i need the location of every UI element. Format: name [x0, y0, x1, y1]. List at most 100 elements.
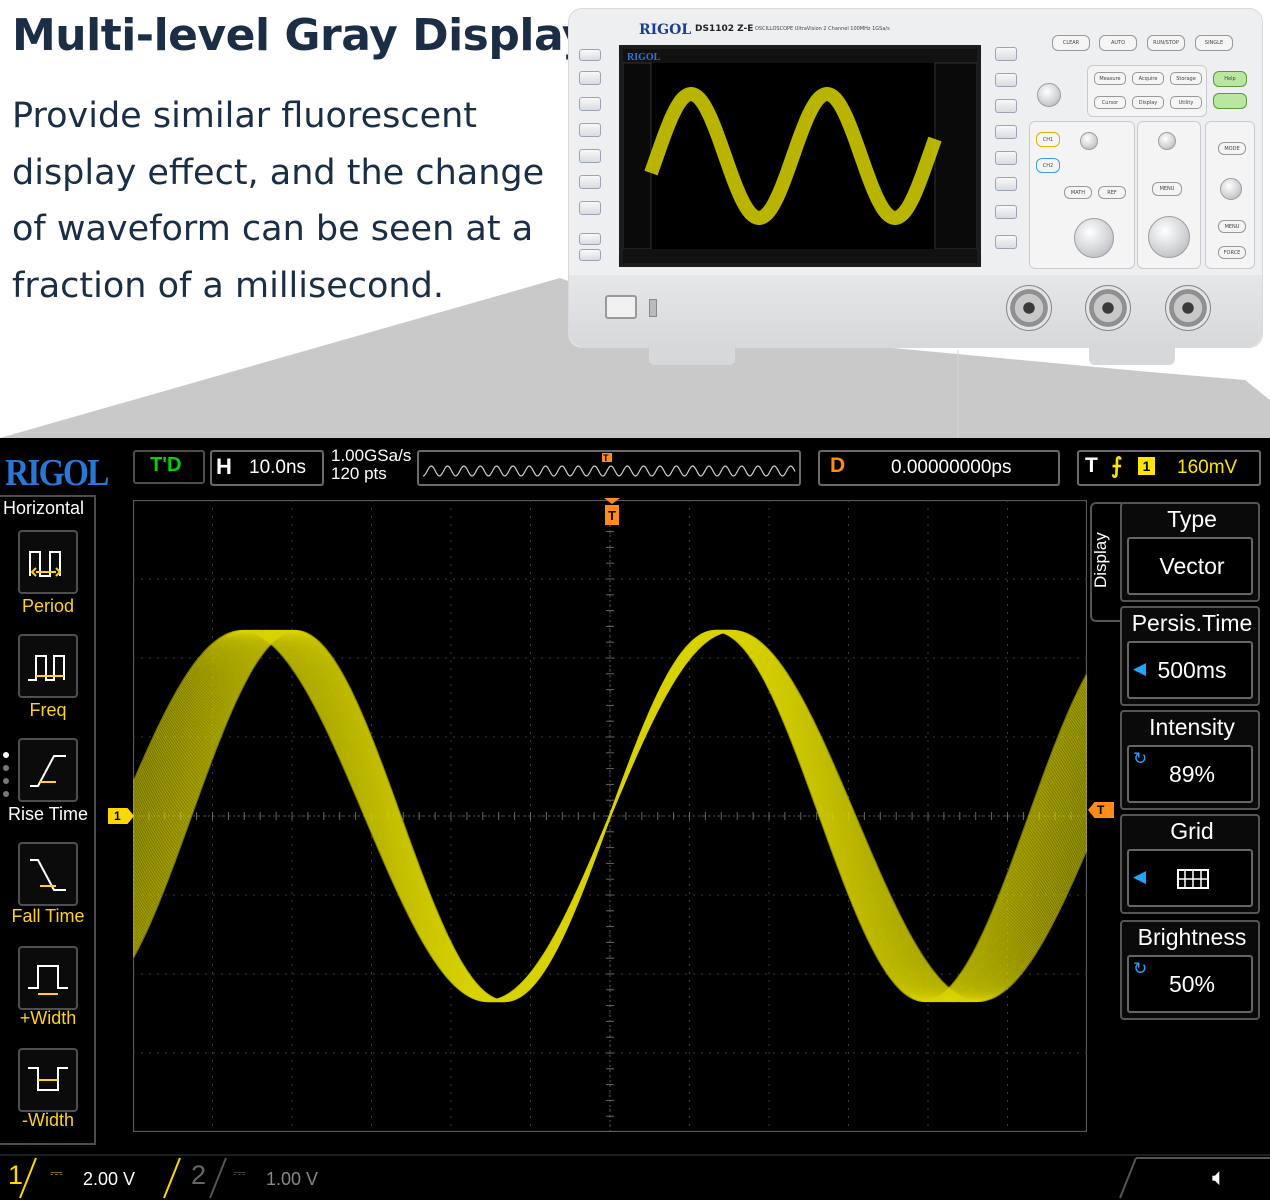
ch1-scale[interactable]: 2.00 V [83, 1169, 135, 1190]
svg-text:RIGOL: RIGOL [627, 52, 661, 63]
measure-pos-width-label: +Width [19, 1008, 77, 1028]
device-ch2-button: CH2 [1036, 158, 1060, 173]
device-screen: RIGOL [619, 45, 981, 267]
grid-value-box: ◀ [1127, 849, 1253, 907]
scope-brand-logo: RIGOL [5, 452, 109, 494]
device-soft-key [995, 177, 1017, 191]
measure-pos-width-button[interactable] [18, 946, 78, 1010]
device-page-up-key [579, 233, 601, 245]
oscilloscope-screen: RIGOL T'D H 10.0ns 1.00GSa/s 120 pts T D… [0, 438, 1270, 1200]
device-menu-key [579, 49, 601, 61]
device-display-button: Display [1132, 96, 1164, 109]
ch1-offset-marker[interactable]: 1 [108, 808, 134, 824]
brightness-label: Brightness [1137, 924, 1247, 950]
fall-time-icon [30, 859, 66, 891]
persistence-time-item[interactable]: Persis.Time ◀ 500ms [1120, 606, 1260, 706]
memory-overview-box: T [417, 450, 801, 486]
dc-coupling-icon: ⎓ [233, 1165, 246, 1182]
measure-neg-width-button[interactable] [18, 1048, 78, 1112]
device-vertical-position-knob [1080, 132, 1098, 150]
device-auto-button: AUTO [1099, 35, 1137, 51]
device-math-button: MATH [1064, 186, 1092, 199]
speaker-icon[interactable]: 🔈︎ [1212, 1164, 1226, 1192]
grid-full-icon [1177, 869, 1209, 889]
device-power-button [605, 295, 637, 319]
display-type-label: Type [1167, 506, 1217, 532]
device-cursor-button: Cursor [1094, 96, 1126, 109]
measure-period-button[interactable] [18, 530, 78, 594]
device-soft-key [579, 71, 601, 85]
brightness-value: 50% [1168, 971, 1216, 997]
intensity-value: 89% [1168, 761, 1216, 787]
ch2-indicator[interactable]: 2 [191, 1160, 206, 1191]
neg-width-icon [28, 1067, 68, 1091]
device-soft-key [995, 151, 1017, 165]
device-soft-key [579, 149, 601, 163]
device-measure-button: Measure [1094, 72, 1126, 85]
page-dot [3, 765, 9, 771]
page-dot [3, 752, 9, 758]
trigger-level-marker[interactable]: T [1088, 802, 1114, 818]
display-menu-title: Display [1091, 532, 1110, 588]
measure-period-label: Period [21, 596, 75, 616]
device-ref-button: REF [1098, 186, 1126, 199]
horizontal-label: H [216, 454, 232, 479]
menu-page-indicator [3, 752, 9, 804]
device-ch2-bnc-connector [1085, 285, 1131, 331]
sample-rate: 1.00GSa/s [331, 446, 412, 465]
device-soft-key [579, 175, 601, 189]
measure-rise-time-button[interactable] [18, 738, 78, 802]
display-type-value: Vector [1159, 553, 1225, 579]
rising-edge-icon: ⨍ [1111, 453, 1123, 478]
persistence-time-value: 500ms [1157, 657, 1227, 683]
device-force-button: FORCE [1218, 246, 1246, 259]
device-soft-key [579, 123, 601, 137]
device-foot [1089, 345, 1175, 365]
dc-coupling-icon: ⎓ [50, 1165, 63, 1182]
display-type-item[interactable]: Type Vector [1120, 502, 1260, 602]
brightness-item[interactable]: Brightness ↻ 50% [1120, 920, 1260, 1020]
device-soft-key [995, 47, 1017, 61]
intensity-item[interactable]: Intensity ↻ 89% [1120, 710, 1260, 810]
intensity-label: Intensity [1149, 714, 1235, 740]
device-foot [649, 345, 735, 365]
device-horizontal-scale-knob [1148, 216, 1190, 258]
svg-text:T: T [603, 453, 609, 463]
device-trigger-panel: MODE MENU FORCE [1205, 121, 1255, 269]
device-vertical-panel: CH1 CH2 MATH REF [1029, 121, 1135, 269]
ch2-scale[interactable]: 1.00 V [266, 1169, 318, 1190]
device-trigger-menu-button: MENU [1218, 220, 1246, 233]
persistence-time-value-box: ◀ 500ms [1127, 641, 1253, 699]
trigger-position-marker: T [604, 498, 620, 525]
measure-neg-width-label: -Width [21, 1110, 74, 1130]
measure-freq-label: Freq [29, 700, 67, 720]
left-arrow-icon: ◀ [1133, 867, 1147, 886]
device-soft-key [995, 125, 1017, 139]
oscilloscope-device-photo: RIGOL DS1102 Z-E OSCILLOSCOPE UltraVisio… [568, 8, 1263, 365]
device-soft-key [995, 99, 1017, 113]
measure-fall-time-label: Fall Time [11, 906, 85, 926]
device-ch1-bnc-connector [1006, 285, 1052, 331]
device-subtitle: OSCILLOSCOPE UltraVision 2 Channel 100MH… [755, 26, 890, 32]
device-run-stop-button: RUN/STOP [1147, 35, 1185, 51]
device-help-button: Help [1213, 71, 1247, 87]
intensity-value-box: ↻ 89% [1127, 745, 1253, 803]
run-state-label: T'D [150, 454, 182, 476]
grid-item[interactable]: Grid ◀ [1120, 814, 1260, 914]
device-ch1-button: CH1 [1036, 132, 1060, 147]
device-print-button [1213, 93, 1247, 109]
page-dot [3, 778, 9, 784]
device-model: DS1102 Z-E [695, 24, 754, 34]
measure-menu-title: Horizontal [3, 498, 85, 518]
device-function-panel: Measure Acquire Storage Cursor Display U… [1087, 65, 1207, 117]
measure-freq-button[interactable] [18, 634, 78, 698]
pos-width-icon [28, 965, 68, 995]
trigger-level: 160mV [1177, 457, 1238, 478]
waveform-display-area[interactable] [133, 500, 1087, 1132]
measure-fall-time-button[interactable] [18, 842, 78, 906]
rise-time-icon [30, 755, 66, 787]
device-screen-waveform: RIGOL [623, 49, 977, 263]
device-soft-key [995, 73, 1017, 87]
device-soft-key [995, 205, 1017, 219]
ch1-indicator[interactable]: 1 [8, 1160, 23, 1191]
